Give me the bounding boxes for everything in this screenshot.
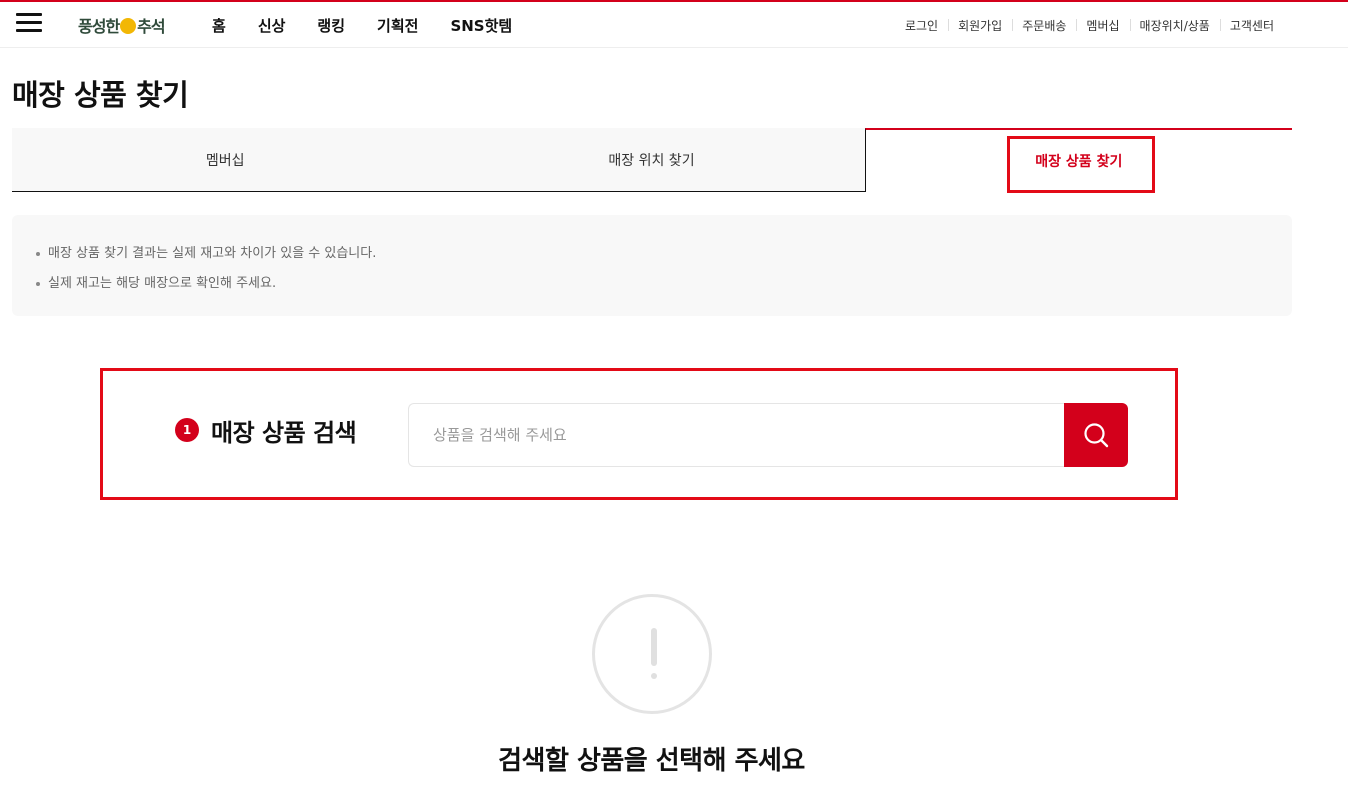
tab-store-location[interactable]: 매장 위치 찾기: [438, 128, 865, 192]
util-customer-center[interactable]: 고객센터: [1219, 17, 1284, 34]
step-badge: 1: [175, 418, 199, 442]
tab-label: 매장 위치 찾기: [608, 152, 695, 169]
site-logo[interactable]: 풍성한 추석: [78, 13, 166, 37]
util-store-product[interactable]: 매장위치/상품: [1129, 17, 1220, 34]
logo-text-right: 추석: [137, 17, 165, 36]
tab-label: 멤버십: [205, 152, 245, 169]
util-login[interactable]: 로그인: [895, 17, 948, 34]
notice-item: 실제 재고는 해당 매장으로 확인해 주세요.: [34, 269, 1292, 299]
utility-nav: 로그인 회원가입 주문배송 멤버십 매장위치/상품 고객센터: [895, 17, 1284, 34]
nav-sns-hot[interactable]: SNS핫템: [450, 15, 512, 36]
empty-state-message: 검색할 상품을 선택해 주세요: [498, 746, 805, 776]
notice-box: 매장 상품 찾기 결과는 실제 재고와 차이가 있을 수 있습니다. 실제 재고…: [12, 215, 1292, 316]
tab-membership[interactable]: 멤버십: [12, 128, 439, 192]
search-input[interactable]: [408, 403, 1068, 467]
nav-promotions[interactable]: 기획전: [377, 15, 418, 36]
util-membership[interactable]: 멤버십: [1076, 17, 1129, 34]
nav-new[interactable]: 신상: [258, 15, 286, 36]
notice-item: 매장 상품 찾기 결과는 실제 재고와 차이가 있을 수 있습니다.: [34, 239, 1292, 269]
logo-text-left: 풍성한: [78, 17, 120, 36]
util-signup[interactable]: 회원가입: [948, 17, 1012, 34]
tab-label: 매장 상품 찾기: [1035, 154, 1123, 170]
main-nav: 홈 신상 랭킹 기획전 SNS핫템: [212, 15, 544, 36]
tab-store-product[interactable]: 매장 상품 찾기: [864, 128, 1292, 193]
nav-home[interactable]: 홈: [212, 15, 226, 36]
search-icon: [1084, 423, 1109, 448]
exclamation-icon: [592, 594, 712, 714]
util-orders[interactable]: 주문배송: [1012, 17, 1076, 34]
site-header: 풍성한 추석 홈 신상 랭킹 기획전 SNS핫템 로그인 회원가입 주문배송 멤…: [0, 2, 1348, 48]
tab-bar: 멤버십 매장 위치 찾기 매장 상품 찾기: [12, 128, 1292, 193]
menu-icon[interactable]: [16, 13, 42, 33]
search-button[interactable]: [1064, 403, 1128, 467]
moon-icon: [120, 18, 137, 34]
search-label: 매장 상품 검색: [211, 419, 357, 447]
page-title: 매장 상품 찾기: [12, 78, 189, 112]
nav-ranking[interactable]: 랭킹: [317, 15, 345, 36]
